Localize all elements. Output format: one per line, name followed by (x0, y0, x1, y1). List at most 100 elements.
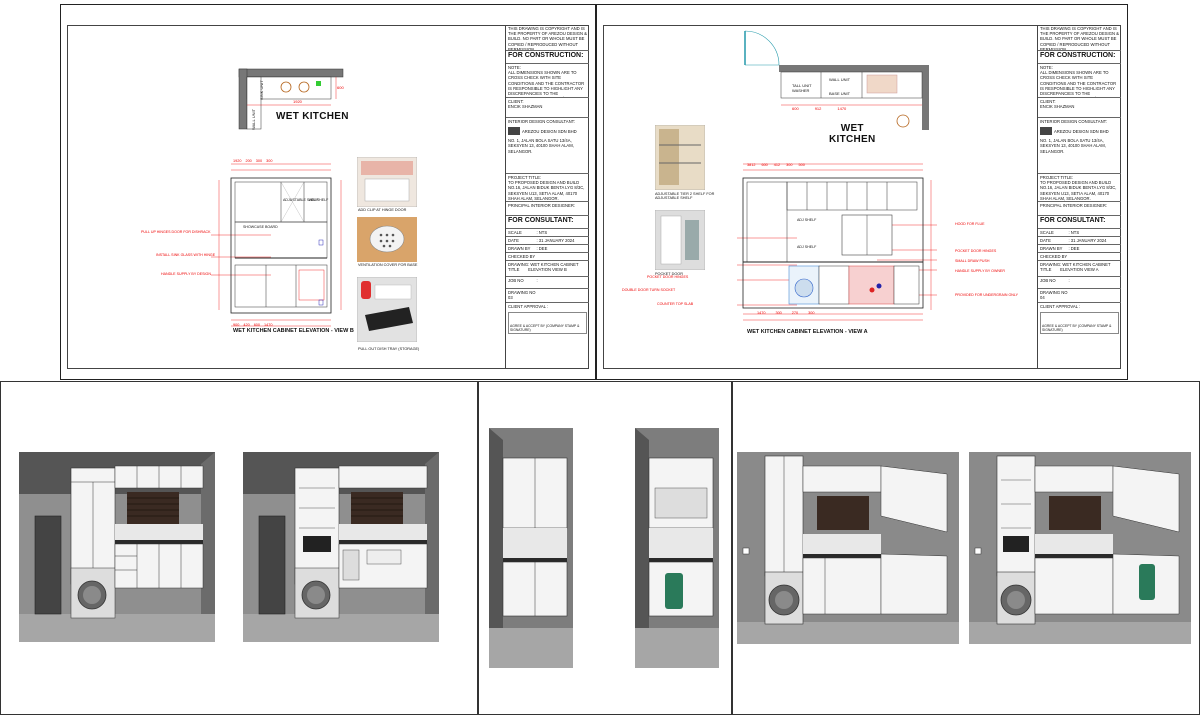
for-consultant-heading: FOR CONSULTANT: (1038, 216, 1121, 229)
elevation-caption-b: WET KITCHEN CABINET ELEVATION - VIEW B (233, 328, 354, 334)
render-side-closed (489, 428, 573, 668)
date-value: : 31 JANUARY 2024 (1068, 238, 1107, 243)
drawing-sheet-left: SINK UNIT WALL UNIT 1920 600 WET KITCHEN (60, 4, 596, 380)
note-pocket-hinges: POCKET DOOR HINGES (955, 249, 997, 253)
consultant-label: INTERIOR DESIGN CONSULTANT: (508, 119, 575, 124)
elev-dims-bottom: 900 420 600 1470 (233, 323, 272, 327)
plan-title-line2: KITCHEN (829, 134, 876, 145)
elev-dim: 900 (233, 323, 240, 327)
checked-by-label: CHECKED BY (1040, 254, 1068, 259)
principal-designer: PRINCIPAL INTERIOR DESIGNER: (1038, 202, 1121, 216)
elevation-view-a (737, 163, 937, 321)
elev-dim: 600 (761, 163, 768, 167)
elev-dims-top-right: 3812 600 412 300 500 (747, 163, 805, 167)
principal-designer: PRINCIPAL INTERIOR DESIGNER: (506, 202, 589, 216)
note-text: ALL DIMENSIONS SHOWN ARE TO CROSS CHECK … (1040, 70, 1119, 97)
elev-dim: 300 (255, 159, 263, 163)
copyright-notice: THIS DRAWING IS COPYRIGHT AND IS THE PRO… (506, 25, 589, 51)
elev-dim: 1470 (264, 323, 273, 327)
elev-dim: 412 (773, 163, 781, 167)
render-front-closed (19, 452, 215, 642)
plan-label-base-unit: BASE UNIT (829, 91, 851, 96)
plan-label-wall-unit: WALL UNIT (829, 77, 851, 82)
elev-dim: 300 (775, 311, 782, 315)
reference-photo-pocket-door (655, 210, 705, 270)
elev-label-adj-a: ADJ SHELF (797, 218, 817, 222)
plan-title-right: WET KITCHEN (829, 123, 876, 145)
render-perspective-closed (737, 452, 959, 644)
photo-caption-shelf: ADJUSTABLE TIER 2 SHELF FOR ADJUSTABLE S… (655, 192, 715, 201)
client-name: ENCIK SHAZMAN (1040, 104, 1075, 110)
company-address: NO. 1, JALAN BOLA SATU 13/4A, SEKSYEN 13… (1040, 138, 1106, 154)
job-no-value: : (536, 278, 538, 283)
approval-text: AGREE & ACCEPT BY (COMPANY STAMP & SIGNA… (1042, 324, 1112, 333)
elev-dim: 300 (808, 311, 815, 315)
elev-dim: 1920 (233, 159, 242, 163)
drawing-title-label: DRAWING TITLE (508, 262, 529, 273)
drawing-title-value: : WET KITCHEN CABINET ELEVATION VIEW B (528, 262, 579, 273)
company-logo-text: AREZOU DESIGN SDN BHD (1054, 128, 1109, 134)
elev-dim: 600 (253, 323, 261, 327)
plan-dims: 600 912 1470 (792, 106, 846, 111)
drawing-no-value: 04 (1040, 295, 1045, 301)
photo-caption-hinge: ADD CLIP AT HINGE DOOR (358, 208, 407, 212)
job-no-label: JOB NO (1040, 278, 1056, 283)
plan-dimension: 1920 (293, 99, 302, 104)
scale-label: SCALE (1040, 230, 1054, 235)
date-label: DATE (1040, 238, 1051, 243)
render-panel-side (478, 381, 732, 715)
plan-title: WET KITCHEN (276, 111, 349, 122)
for-construction-heading: FOR CONSTRUCTION: (1038, 51, 1121, 64)
elev-label-showcase: SHOWCASE BOARD (243, 225, 278, 229)
plan-label-sink: SINK UNIT (259, 80, 264, 100)
drawn-by-label: DRAWN BY (508, 246, 531, 251)
elev-dims-top: 1920 200 300 300 (233, 159, 272, 163)
elevation-caption-a: WET KITCHEN CABINET ELEVATION - VIEW A (747, 329, 868, 335)
title-block-left: THIS DRAWING IS COPYRIGHT AND IS THE PRO… (505, 25, 589, 369)
render-panel-front (0, 381, 478, 715)
company-logo-icon (1040, 127, 1052, 136)
elev-dims-bottom-right: 1470 300 270 300 (757, 311, 814, 315)
plan-label-tall-unit: TALL UNIT WASHER (792, 83, 812, 93)
checked-by-label: CHECKED BY (508, 254, 536, 259)
elev-dim: 500 (798, 163, 805, 167)
client-approval-label: CLIENT APPROVAL : (508, 304, 549, 309)
note-left-countertop: COUNTER TOP SLAB (657, 302, 694, 306)
approval-box: AGREE & ACCEPT BY (COMPANY STAMP & SIGNA… (1040, 312, 1119, 335)
photo-caption-pocket-door: POCKET DOOR (655, 272, 683, 276)
elev-dim: 1470 (757, 311, 766, 315)
approval-text: AGREE & ACCEPT BY (COMPANY STAMP & SIGNA… (510, 324, 580, 333)
render-side-open (635, 428, 719, 668)
note-handle-owner: HANDLE SUPPLY BY OWNER (955, 269, 1005, 273)
drawn-by-label: DRAWN BY (1040, 246, 1063, 251)
render-front-open (243, 452, 439, 642)
drawn-by-value: : DEE (1068, 246, 1080, 251)
elev-dim: 200 (245, 159, 252, 163)
date-value: : 31 JANUARY 2024 (536, 238, 575, 243)
company-logo-text: AREZOU DESIGN SDN BHD (522, 128, 577, 134)
reference-photo-dish-tray (357, 277, 417, 342)
reference-photo-ventilation (357, 217, 417, 262)
note-hood: HOOD FOR FLUE (955, 222, 985, 226)
note-handle-supply: HANDLE SUPPLY BY DESIGN (161, 272, 211, 276)
elev-dim: 300 (266, 159, 273, 163)
approval-box: AGREE & ACCEPT BY (COMPANY STAMP & SIGNA… (508, 312, 587, 335)
reference-photo-hinge (357, 157, 417, 207)
company-address: NO. 1, JALAN BOLA SATU 13/4A, SEKSYEN 13… (508, 138, 574, 154)
elev-dim: 270 (791, 311, 799, 315)
project-title: TO PROPOSED DESIGN AND BUILD NO.16, JALA… (1040, 180, 1117, 201)
for-construction-heading: FOR CONSTRUCTION: (506, 51, 589, 64)
drawn-by-value: : DEE (536, 246, 548, 251)
reference-photo-shelf (655, 125, 705, 190)
plan-dim: 600 (792, 106, 799, 111)
note-small-draw: SMALL DRAW PUSH (955, 259, 990, 263)
elev-label-adj-b: ADJ SHELF (797, 245, 817, 249)
plan-title-line1: WET (840, 123, 864, 134)
copyright-notice: THIS DRAWING IS COPYRIGHT AND IS THE PRO… (1038, 25, 1121, 51)
note-pull-up-hinges: PULL UP HINGES DOOR FOR DISHRACK (141, 230, 211, 234)
drawing-no-value: 03 (508, 295, 513, 301)
project-title: TO PROPOSED DESIGN AND BUILD NO.16, JALA… (508, 180, 585, 201)
client-name: ENCIK SHAZMAN (508, 104, 543, 110)
job-no-value: : (1068, 278, 1070, 283)
job-no-label: JOB NO (508, 278, 524, 283)
